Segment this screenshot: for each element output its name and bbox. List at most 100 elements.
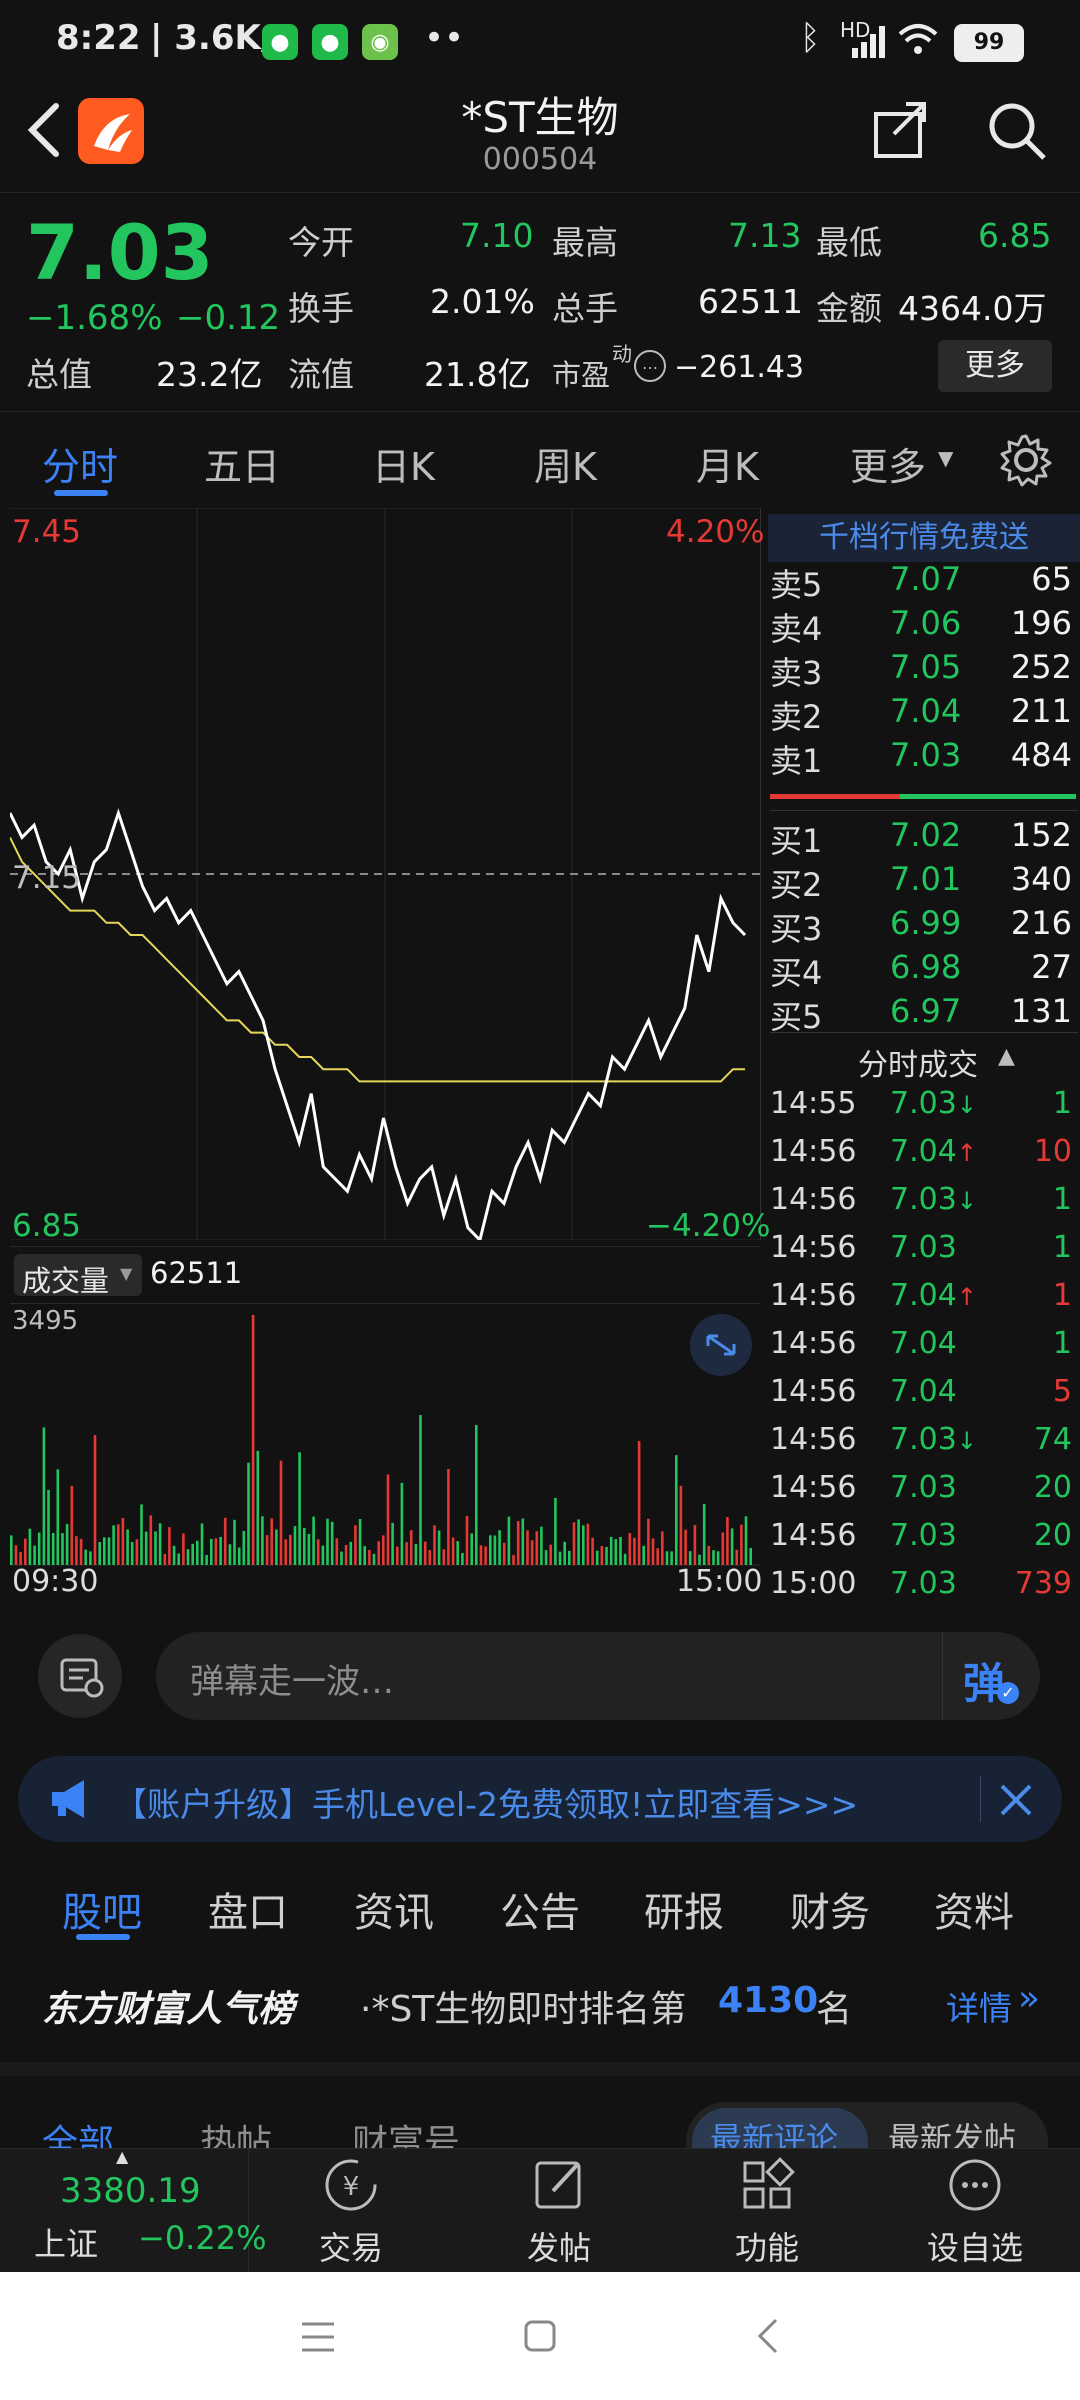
tab-profile[interactable]: 资料 bbox=[934, 1880, 1014, 1938]
nav-post[interactable]: 发帖 bbox=[484, 2155, 634, 2269]
trade-price: 7.03↓ bbox=[890, 1422, 977, 1457]
trade-price: 7.04 bbox=[890, 1326, 957, 1361]
expand-chart-icon[interactable] bbox=[690, 1314, 752, 1376]
orderbook-promo[interactable]: 千档行情免费送 bbox=[768, 514, 1080, 562]
edit-post-icon bbox=[535, 2161, 581, 2209]
volume-bar bbox=[135, 1539, 139, 1565]
volume-bar bbox=[79, 1538, 83, 1565]
ask-row[interactable]: 卖5 7.07 65 bbox=[770, 560, 1080, 604]
volume-bar bbox=[158, 1523, 162, 1565]
bid-row[interactable]: 买2 7.01 340 bbox=[770, 860, 1080, 904]
tab-finance[interactable]: 财务 bbox=[790, 1880, 870, 1938]
nav-trade[interactable]: ¥ 交易 bbox=[276, 2155, 426, 2269]
pe-info-icon[interactable]: … bbox=[634, 350, 666, 382]
sort-toggle[interactable]: 最新评论 最新发帖 bbox=[686, 2102, 1048, 2148]
bid-row[interactable]: 买4 6.98 27 bbox=[770, 948, 1080, 992]
volume-bar bbox=[228, 1544, 232, 1565]
home-icon[interactable] bbox=[522, 2318, 558, 2354]
divider bbox=[770, 810, 1078, 811]
index-value: 3380.19 bbox=[60, 2171, 201, 2211]
float-cap-value: 21.8亿 bbox=[424, 355, 531, 394]
volume-selector[interactable]: 成交量 ▼ bbox=[14, 1254, 142, 1298]
trade-row: 14:56 7.03↓ 74 bbox=[770, 1422, 1080, 1470]
trade-time: 14:56 bbox=[770, 1326, 857, 1361]
bid-row[interactable]: 买3 6.99 216 bbox=[770, 904, 1080, 948]
ask-row[interactable]: 卖1 7.03 484 bbox=[770, 736, 1080, 780]
filter-fortune[interactable]: 财富号 bbox=[352, 2114, 460, 2148]
ask-row[interactable]: 卖3 7.05 252 bbox=[770, 648, 1080, 692]
volume-bar bbox=[177, 1553, 180, 1565]
tab-research[interactable]: 研报 bbox=[644, 1880, 724, 1938]
volume-bar bbox=[651, 1538, 655, 1565]
ask-row[interactable]: 卖4 7.06 196 bbox=[770, 604, 1080, 648]
share-icon[interactable] bbox=[870, 100, 930, 160]
arrow-down-icon: ↓ bbox=[956, 1091, 977, 1119]
intraday-chart[interactable] bbox=[8, 507, 761, 1243]
bid-row[interactable]: 买1 7.02 152 bbox=[770, 816, 1080, 860]
sort-latest-comment[interactable]: 最新评论 bbox=[710, 2114, 838, 2148]
trades-title[interactable]: 分时成交 bbox=[858, 1040, 978, 1084]
tab-monthly-k[interactable]: 月K bbox=[696, 436, 759, 491]
volume-bar bbox=[56, 1469, 60, 1565]
trade-row: 14:55 7.03↓ 1 bbox=[770, 1086, 1080, 1134]
nav-add-watchlist[interactable]: 设自选 bbox=[900, 2155, 1050, 2269]
ranking-detail-link[interactable]: 详情 bbox=[946, 1982, 1012, 2030]
filter-hot[interactable]: 热帖 bbox=[200, 2114, 272, 2148]
tab-announcements[interactable]: 公告 bbox=[500, 1880, 580, 1938]
volume-bar bbox=[275, 1529, 278, 1565]
volume-bar bbox=[335, 1538, 339, 1565]
danmaku-settings-icon[interactable] bbox=[38, 1634, 122, 1718]
volume-bar bbox=[414, 1543, 418, 1565]
menu-icon[interactable] bbox=[300, 2320, 336, 2354]
nav-functions[interactable]: 功能 bbox=[692, 2155, 842, 2269]
volume-bar bbox=[84, 1549, 87, 1565]
tab-guba[interactable]: 股吧 bbox=[62, 1880, 142, 1938]
trade-quantity: 1 bbox=[1052, 1230, 1072, 1265]
tab-news[interactable]: 资讯 bbox=[354, 1880, 434, 1938]
nav-trade-label: 交易 bbox=[318, 2229, 383, 2267]
sort-latest-post[interactable]: 最新发帖 bbox=[888, 2114, 1016, 2148]
arrow-down-icon: ↓ bbox=[956, 1427, 977, 1455]
tab-five-day[interactable]: 五日 bbox=[204, 436, 280, 491]
search-icon[interactable] bbox=[986, 100, 1050, 164]
filter-all[interactable]: 全部 bbox=[42, 2114, 114, 2148]
bid-row[interactable]: 买5 6.97 131 bbox=[770, 992, 1080, 1036]
settings-gear-icon[interactable] bbox=[998, 432, 1054, 488]
trade-quantity: 20 bbox=[1033, 1470, 1072, 1505]
volume-bar bbox=[661, 1531, 664, 1565]
ranking-unit: 名 bbox=[816, 1989, 853, 2030]
caret-down-icon: ▼ bbox=[120, 1264, 133, 1283]
high-label: 最高 bbox=[552, 223, 618, 262]
turnover-label: 换手 bbox=[288, 289, 354, 328]
tab-weekly-k[interactable]: 周K bbox=[534, 436, 597, 491]
tab-intraday[interactable]: 分时 bbox=[42, 436, 118, 491]
volume-bar bbox=[614, 1539, 618, 1565]
tab-more[interactable]: 更多 bbox=[850, 436, 926, 491]
amount-value: 4364.0万 bbox=[898, 289, 1047, 328]
more-button[interactable]: 更多 bbox=[938, 340, 1052, 392]
volume-bar bbox=[656, 1548, 659, 1565]
bluetooth-icon: ᛒ bbox=[800, 18, 821, 58]
close-icon[interactable] bbox=[998, 1782, 1034, 1818]
danmaku-input[interactable]: 弹幕走一波… 弹 ✓ bbox=[156, 1632, 1040, 1720]
trade-price: 7.04 bbox=[890, 1374, 957, 1409]
danmaku-send-button[interactable]: 弹 ✓ bbox=[942, 1632, 1041, 1720]
orderbook-level-label: 买2 bbox=[770, 866, 823, 904]
index-ticker[interactable]: ▲ 3380.19 上证 −0.22% bbox=[0, 2147, 266, 2273]
volume-bar bbox=[154, 1531, 157, 1565]
volume-bar bbox=[140, 1504, 143, 1565]
volume-bar bbox=[344, 1545, 348, 1565]
trade-row: 14:56 7.04 1 bbox=[770, 1326, 1080, 1374]
back-nav-icon[interactable] bbox=[752, 2316, 782, 2356]
danmaku-placeholder: 弹幕走一波… bbox=[190, 1662, 394, 1702]
volume-bar bbox=[577, 1519, 580, 1565]
change-percent: −1.68% bbox=[26, 298, 163, 338]
volume-bar bbox=[358, 1519, 362, 1565]
volume-bar bbox=[702, 1503, 706, 1565]
ask-row[interactable]: 卖2 7.04 211 bbox=[770, 692, 1080, 736]
promo-banner[interactable]: 【账户升级】手机Level-2免费领取!立即查看>>> bbox=[18, 1756, 1062, 1842]
tab-daily-k[interactable]: 日K bbox=[372, 436, 435, 491]
pe-label: 市盈 bbox=[552, 358, 611, 392]
volume-bar bbox=[37, 1532, 41, 1565]
tab-pankou[interactable]: 盘口 bbox=[208, 1880, 288, 1938]
